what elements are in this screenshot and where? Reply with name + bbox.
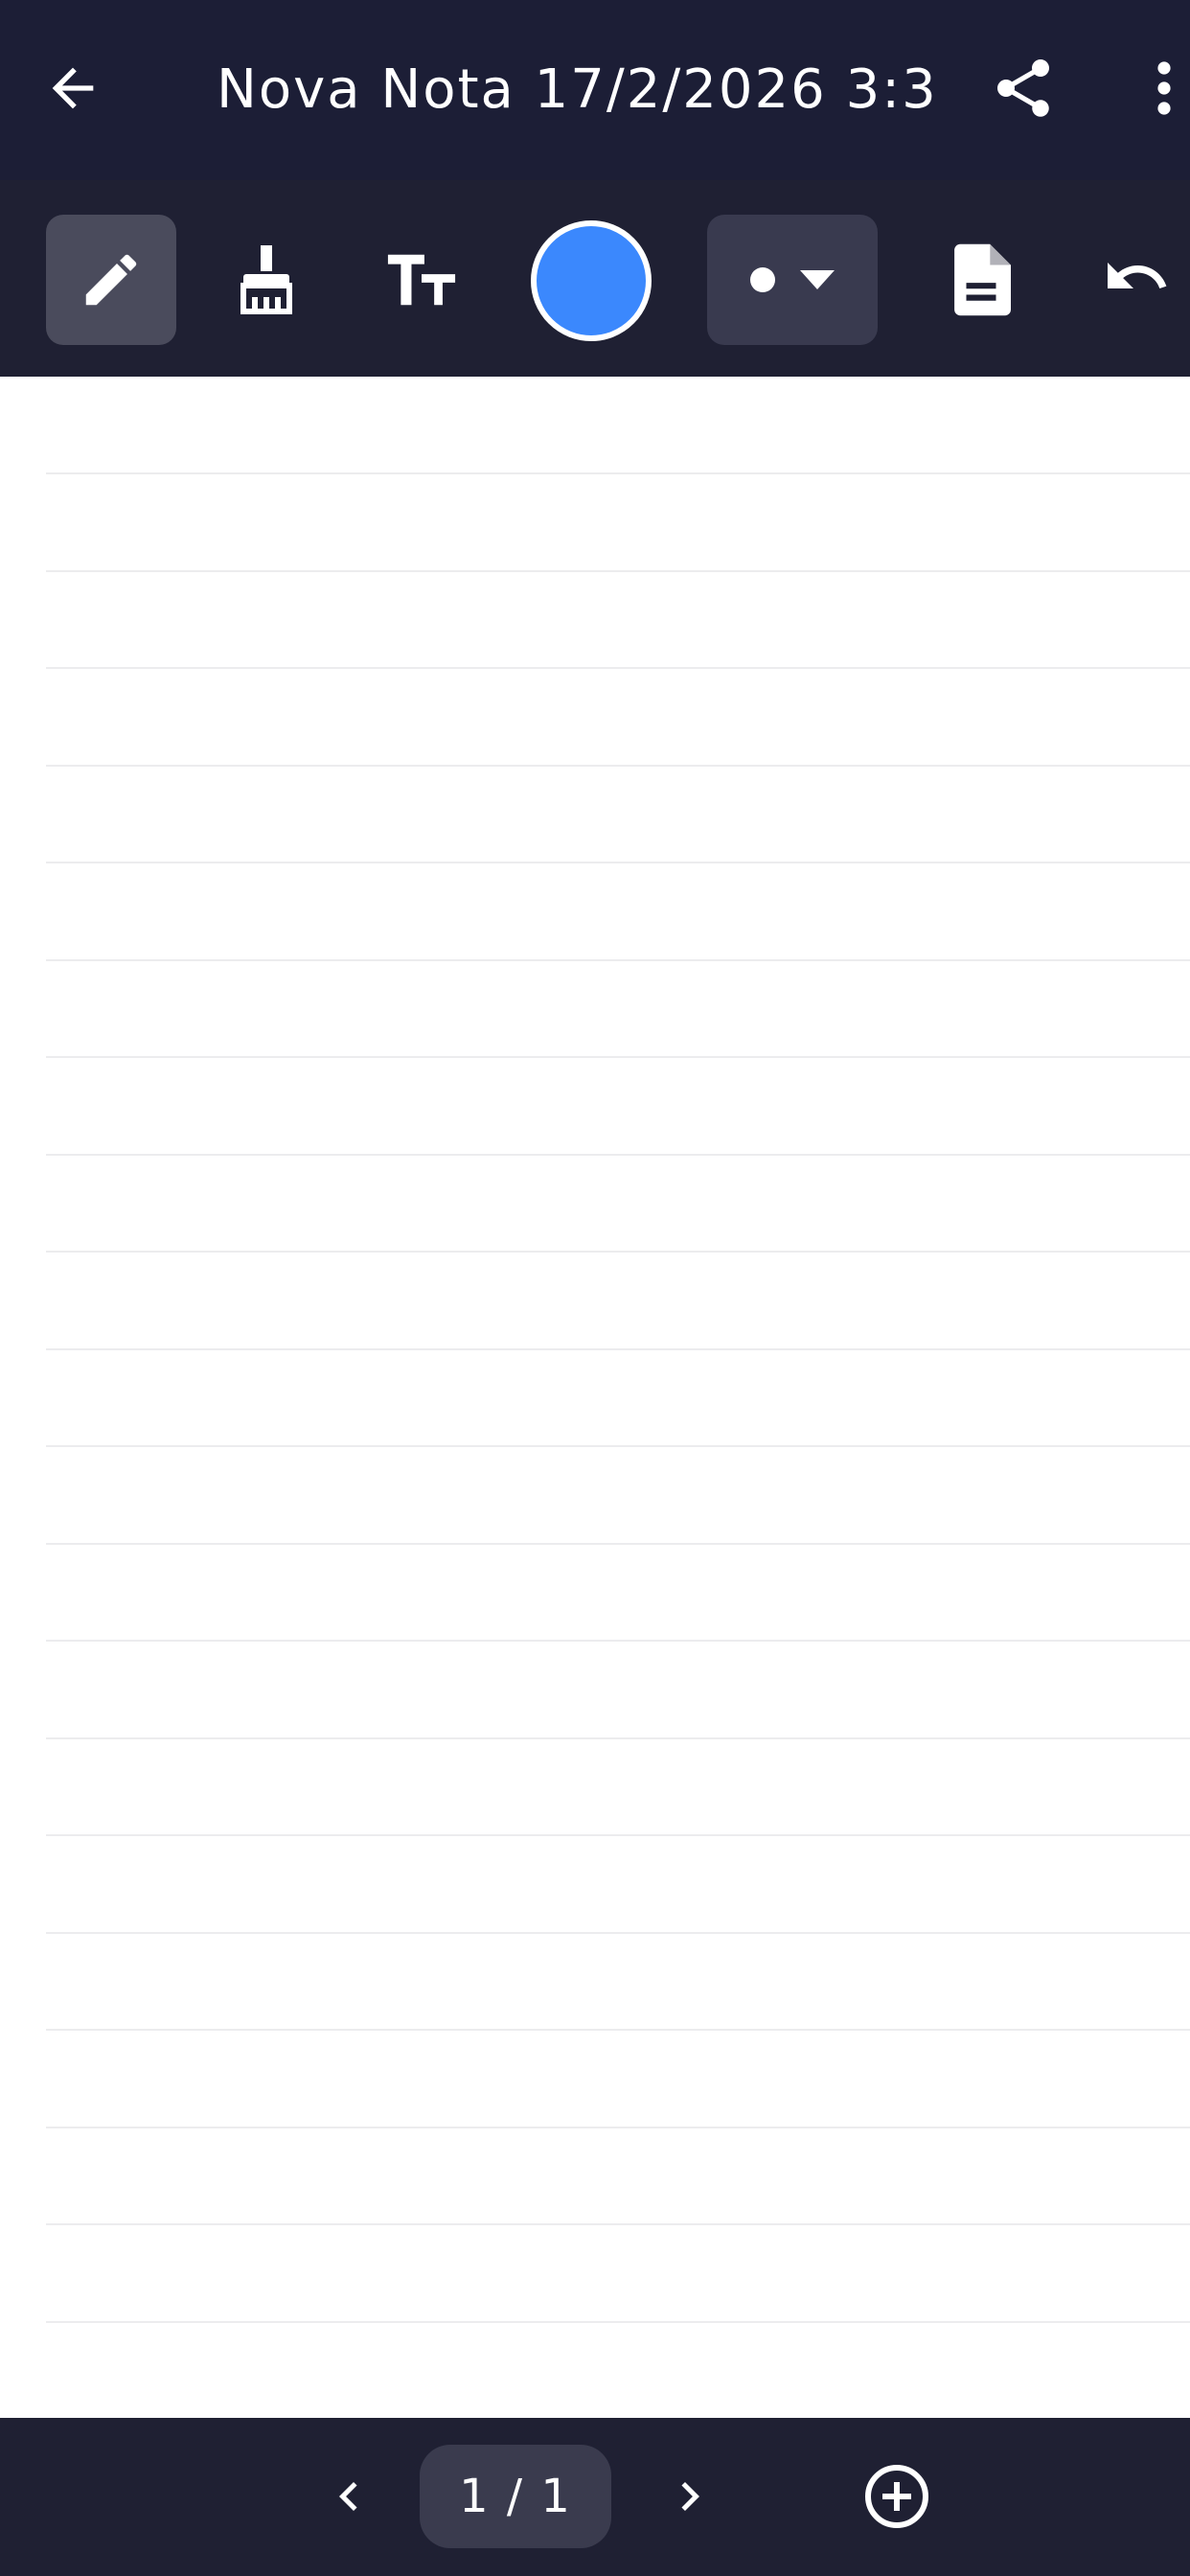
pencil-icon (85, 254, 137, 306)
drawing-toolbar (0, 180, 1190, 377)
share-icon (997, 59, 1049, 117)
ruled-line (46, 2029, 1190, 2031)
dot-icon (750, 267, 775, 292)
top-app-bar: Nova Nota 17/2/2026 3:3 (0, 0, 1190, 180)
undo-button[interactable] (1071, 215, 1190, 345)
note-editor-app: Nova Nota 17/2/2026 3:3 1 / 1 (0, 0, 1190, 2576)
more-options-button[interactable] (1150, 42, 1190, 134)
ruled-line (46, 959, 1190, 961)
more-vertical-icon (1157, 61, 1171, 115)
ruled-line (46, 1251, 1190, 1253)
share-button[interactable] (977, 42, 1069, 134)
ruled-line (46, 1348, 1190, 1350)
ruled-line (46, 1737, 1190, 1739)
note-title[interactable]: Nova Nota 17/2/2026 3:3 (217, 50, 938, 130)
text-size-icon (387, 254, 456, 306)
ruled-line (46, 862, 1190, 863)
document-icon (954, 243, 1011, 316)
ruled-line (46, 1932, 1190, 1934)
chevron-right-icon (681, 2482, 699, 2511)
ruled-line (46, 1834, 1190, 1836)
previous-page-button[interactable] (303, 2450, 395, 2542)
pen-tool-button[interactable] (46, 215, 176, 345)
page-indicator: 1 / 1 (420, 2445, 611, 2548)
caret-down-icon (800, 270, 835, 289)
current-color-swatch (531, 220, 652, 341)
ruled-line (46, 1640, 1190, 1642)
brush-icon (240, 245, 292, 314)
ruled-line (46, 570, 1190, 572)
chevron-left-icon (339, 2482, 357, 2511)
ruled-line (46, 2321, 1190, 2323)
back-button[interactable] (27, 42, 119, 134)
add-page-button[interactable] (851, 2450, 943, 2542)
undo-icon (1108, 263, 1167, 288)
text-tool-button[interactable] (356, 215, 487, 345)
ruled-line (46, 2223, 1190, 2225)
ruled-line (46, 1056, 1190, 1058)
ruled-line (46, 667, 1190, 669)
ruled-line (46, 765, 1190, 767)
page-navigation-bar: 1 / 1 (0, 2418, 1190, 2576)
eraser-tool-button[interactable] (201, 215, 332, 345)
page-style-button[interactable] (916, 215, 1046, 345)
next-page-button[interactable] (644, 2450, 736, 2542)
ruled-line (46, 1445, 1190, 1447)
arrow-left-icon (52, 67, 94, 109)
color-picker-button[interactable] (525, 215, 657, 347)
ruled-line (46, 1543, 1190, 1545)
drawing-canvas[interactable] (0, 377, 1190, 2418)
ruled-line (46, 472, 1190, 474)
ruled-line (46, 1154, 1190, 1156)
ruled-line (46, 2127, 1190, 2128)
stroke-size-dropdown[interactable] (707, 215, 878, 345)
plus-circle-icon (865, 2465, 928, 2528)
